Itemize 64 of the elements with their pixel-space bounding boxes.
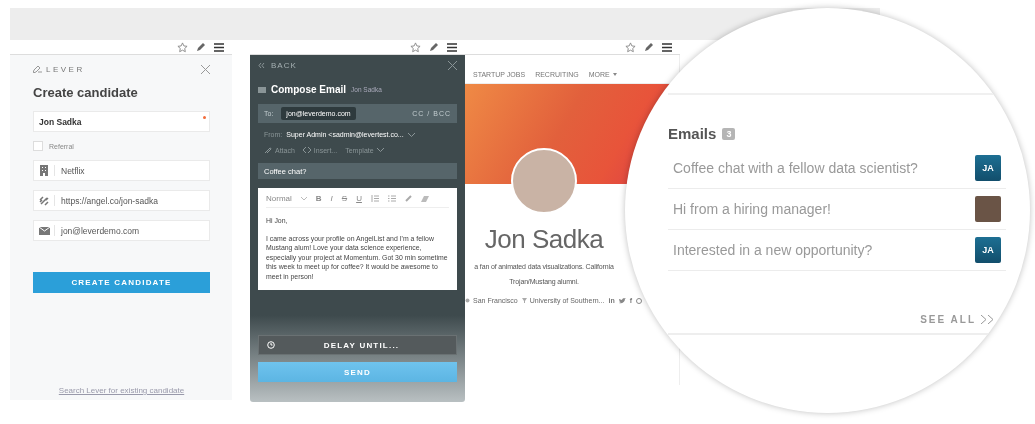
create-candidate-button[interactable]: CREATE CANDIDATE — [33, 272, 210, 293]
delay-button[interactable]: DELAY UNTIL... — [258, 335, 457, 355]
bullet-list-icon[interactable] — [387, 195, 396, 202]
format-button[interactable]: S — [341, 194, 348, 203]
sender-avatar: JA — [975, 155, 1001, 181]
close-icon[interactable] — [448, 61, 457, 70]
emails-heading: Emails — [668, 125, 717, 142]
pen-logo-icon — [33, 65, 42, 73]
pen-icon[interactable] — [196, 42, 206, 52]
star-icon[interactable] — [410, 41, 421, 53]
panel-title: Create candidate — [33, 85, 139, 100]
globe-icon[interactable] — [636, 297, 643, 304]
star-icon[interactable] — [625, 41, 636, 53]
email-item[interactable]: Hi from a hiring manager! — [668, 189, 1006, 230]
field-value: jon@leverdemo.com — [61, 225, 140, 236]
menu-icon[interactable] — [214, 42, 224, 52]
chevron-down-icon[interactable] — [300, 196, 307, 201]
field-value: https://angel.co/jon-sadka — [61, 195, 158, 206]
logo-text: LEVER — [46, 64, 85, 74]
format-button[interactable]: I — [330, 194, 333, 203]
menu-icon[interactable] — [662, 42, 672, 52]
field-value: Netflix — [61, 165, 85, 176]
profile-name: Jon Sadka — [484, 224, 604, 255]
numbered-list-icon[interactable] — [370, 195, 379, 202]
sender-photo-placeholder — [975, 196, 1001, 222]
clock-icon — [267, 341, 275, 349]
compose-title: Compose Email — [271, 84, 347, 95]
sender-avatar: JA — [975, 237, 1001, 263]
link-icon — [39, 195, 49, 206]
referral-checkbox[interactable] — [33, 141, 43, 151]
search-link[interactable]: Search Lever for existing candidate — [58, 386, 185, 395]
double-chevron-icon — [258, 63, 265, 68]
link-icon[interactable] — [404, 195, 412, 202]
double-chevron-icon[interactable] — [980, 315, 994, 324]
email-item[interactable]: Interested in a new opportunity? JA — [668, 230, 1006, 271]
bird-icon[interactable] — [618, 297, 626, 304]
menu-icon[interactable] — [447, 42, 457, 52]
company-field[interactable]: Netflix — [33, 160, 210, 181]
pen-icon[interactable] — [644, 42, 654, 52]
see-all-link[interactable]: SEE ALL — [920, 314, 976, 325]
email-field[interactable]: jon@leverdemo.com — [33, 220, 210, 241]
close-icon[interactable] — [201, 64, 210, 74]
count-badge: 3 — [722, 127, 736, 140]
pin-icon — [465, 297, 470, 304]
name-value: Jon Sadka — [38, 116, 82, 127]
name-field[interactable]: Jon Sadka — [33, 111, 210, 132]
chevron-down-icon[interactable] — [407, 132, 415, 137]
link-field[interactable]: https://angel.co/jon-sadka — [33, 190, 210, 211]
paperclip-icon — [264, 146, 272, 154]
chevron-down-icon[interactable] — [376, 148, 384, 152]
envelope-icon — [38, 226, 50, 235]
eraser-icon[interactable] — [420, 195, 429, 202]
star-icon[interactable] — [177, 41, 188, 53]
format-button[interactable]: U — [356, 194, 362, 203]
format-dropdown[interactable]: Normal — [266, 194, 292, 203]
email-item[interactable]: Coffee chat with a fellow data scientist? JA — [668, 148, 1006, 189]
building-icon — [39, 165, 49, 176]
back-link[interactable]: BACK — [271, 61, 297, 70]
trophy-icon — [521, 298, 527, 303]
format-button[interactable]: B — [315, 194, 322, 203]
pen-icon[interactable] — [429, 42, 439, 52]
envelope-icon — [258, 86, 266, 93]
code-icon — [302, 147, 311, 153]
caret-icon[interactable] — [612, 72, 617, 76]
